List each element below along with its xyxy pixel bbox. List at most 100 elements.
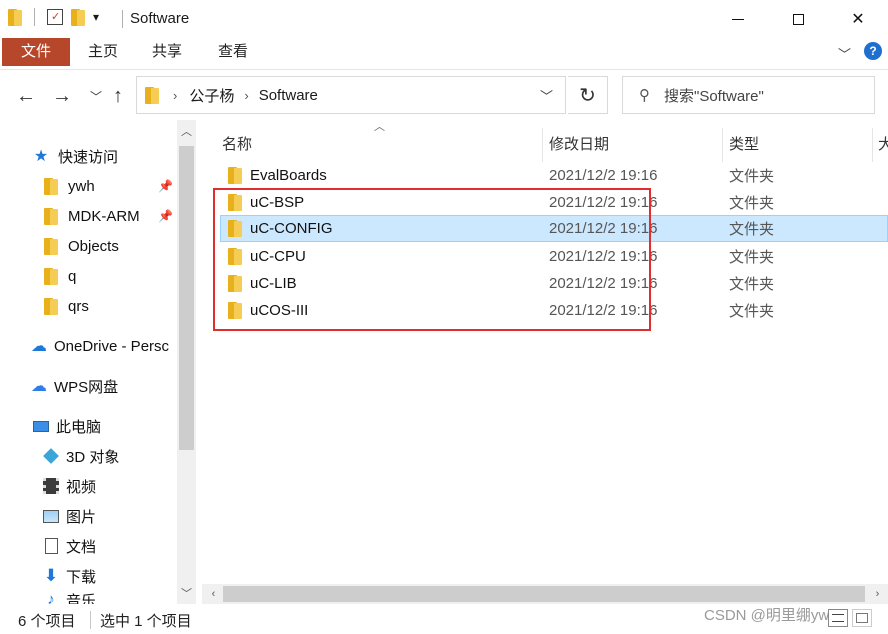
folder-icon: [42, 237, 60, 255]
file-row[interactable]: EvalBoards 2021/12/2 19:16 文件夹: [220, 162, 888, 189]
large-icons-view-button[interactable]: [852, 609, 872, 627]
folder-icon: [42, 207, 60, 225]
details-view-button[interactable]: [828, 609, 848, 627]
help-icon[interactable]: ?: [864, 42, 882, 60]
cloud-icon: ☁: [31, 338, 47, 355]
maximize-button[interactable]: [768, 0, 828, 38]
scroll-thumb[interactable]: [179, 146, 194, 450]
tab-share[interactable]: 共享: [152, 38, 182, 66]
scroll-left-icon[interactable]: ‹: [204, 585, 223, 603]
item-count: 6 个项目: [18, 613, 76, 630]
sidebar-item-label: 图片: [66, 508, 97, 526]
file-type: 文件夹: [729, 276, 775, 293]
back-button[interactable]: ←: [14, 84, 38, 108]
folder-icon: [228, 275, 242, 292]
status-separator: [90, 611, 91, 629]
sidebar-item-pictures[interactable]: 图片: [42, 502, 96, 530]
chevron-down-icon: ﹀: [89, 89, 102, 104]
refresh-button[interactable]: ↻: [568, 76, 608, 114]
cube-icon: [42, 447, 60, 465]
address-box[interactable]: › 公子杨 › Software ﹀: [136, 76, 566, 114]
tab-file[interactable]: 文件: [2, 38, 70, 66]
scroll-down-icon[interactable]: ﹀: [177, 584, 196, 602]
arrow-left-icon: ←: [16, 84, 36, 107]
breadcrumb-separator-icon: ›: [244, 87, 249, 103]
tab-home[interactable]: 主页: [88, 38, 118, 66]
file-name: uC-CPU: [250, 248, 306, 265]
column-divider[interactable]: [872, 128, 873, 162]
search-input[interactable]: ⚲ 搜索"Software": [622, 76, 875, 114]
sidebar-item-label: qrs: [68, 297, 89, 315]
column-header-name[interactable]: 名称: [222, 128, 252, 162]
details-view-icon: [832, 614, 844, 622]
file-row-selected[interactable]: uC-CONFIG 2021/12/2 19:16 文件夹: [220, 215, 888, 242]
up-button[interactable]: ↑: [106, 84, 130, 108]
sidebar-item-label: ywh: [68, 177, 95, 195]
file-row[interactable]: uCOS-III 2021/12/2 19:16 文件夹: [220, 297, 888, 324]
column-header-date[interactable]: 修改日期: [549, 128, 609, 162]
breadcrumb-item[interactable]: 公子杨: [189, 85, 234, 106]
window-title: Software: [130, 10, 190, 27]
sidebar-item-this-pc[interactable]: 此电脑: [32, 412, 101, 440]
sidebar-item-label: 文档: [66, 538, 97, 556]
sidebar-item-label: 3D 对象: [66, 448, 120, 466]
sidebar-item-label: OneDrive - Persc: [54, 337, 170, 355]
watermark-text: CSDN @明里绷ywh: [704, 607, 838, 624]
toolbar-separator: [34, 8, 35, 26]
file-type: 文件夹: [729, 195, 775, 212]
folder-icon: [228, 167, 242, 184]
column-divider[interactable]: [542, 128, 543, 162]
sidebar-item-3d-objects[interactable]: 3D 对象: [42, 442, 119, 470]
scroll-up-icon[interactable]: ︿: [177, 122, 196, 140]
minimize-icon: [732, 18, 744, 20]
picture-icon: [42, 507, 60, 525]
horizontal-scrollbar[interactable]: ‹ ›: [202, 584, 888, 604]
music-icon: ♪: [47, 590, 55, 605]
sort-ascending-icon: ︿: [374, 121, 385, 133]
computer-icon: [32, 417, 50, 435]
column-divider[interactable]: [722, 128, 723, 162]
expand-ribbon-icon[interactable]: ﹀: [838, 44, 851, 63]
file-date: 2021/12/2 19:16: [549, 220, 658, 237]
scroll-thumb[interactable]: [223, 586, 865, 602]
minimize-button[interactable]: [708, 0, 768, 38]
sidebar-item-downloads[interactable]: ⬇ 下载: [42, 562, 96, 590]
wps-cloud-icon: ☁: [31, 378, 47, 395]
sidebar-item-label: WPS网盘: [54, 378, 119, 396]
arrow-right-icon: →: [52, 84, 72, 107]
sidebar-item-wps[interactable]: ☁ WPS网盘: [30, 372, 118, 400]
sidebar-item-ywh[interactable]: ywh 📌: [42, 172, 182, 200]
file-row[interactable]: uC-BSP 2021/12/2 19:16 文件夹: [220, 189, 888, 216]
file-row[interactable]: uC-CPU 2021/12/2 19:16 文件夹: [220, 243, 888, 270]
file-date: 2021/12/2 19:16: [549, 167, 658, 184]
sidebar-item-objects[interactable]: Objects: [42, 232, 119, 260]
film-icon: [42, 477, 60, 495]
sidebar-scrollbar[interactable]: ︿ ﹀: [177, 120, 196, 604]
new-folder-icon[interactable]: [71, 8, 85, 26]
sidebar-item-label: Objects: [68, 237, 119, 255]
breadcrumb-item[interactable]: Software: [259, 87, 318, 104]
sidebar-item-label: 视频: [66, 478, 97, 496]
sidebar-item-label: 下载: [66, 568, 97, 586]
tab-view[interactable]: 查看: [218, 38, 248, 66]
address-dropdown-icon[interactable]: ﹀: [540, 86, 553, 105]
scroll-right-icon[interactable]: ›: [868, 585, 887, 603]
sidebar-item-videos[interactable]: 视频: [42, 472, 96, 500]
column-header-size[interactable]: 大: [878, 128, 888, 162]
sidebar-item-q[interactable]: q: [42, 262, 76, 290]
sidebar-item-music[interactable]: ♪ 音乐: [42, 590, 96, 605]
customize-toolbar-dropdown[interactable]: ▾: [93, 10, 99, 24]
sidebar-item-qrs[interactable]: qrs: [42, 292, 89, 320]
close-button[interactable]: ✕: [828, 0, 888, 38]
sidebar-item-quick-access[interactable]: ★ 快速访问: [32, 142, 118, 170]
sidebar-item-documents[interactable]: 文档: [42, 532, 96, 560]
recent-locations-button[interactable]: ﹀: [84, 84, 108, 108]
sidebar-item-onedrive[interactable]: ☁ OneDrive - Persc: [30, 332, 176, 360]
properties-icon[interactable]: ✓: [47, 9, 63, 25]
forward-button[interactable]: →: [50, 84, 74, 108]
column-header-type[interactable]: 类型: [729, 128, 759, 162]
sidebar-item-label: 此电脑: [56, 418, 102, 436]
sidebar-item-label: q: [68, 267, 77, 285]
sidebar-item-mdk-arm[interactable]: MDK-ARM 📌: [42, 202, 182, 230]
file-row[interactable]: uC-LIB 2021/12/2 19:16 文件夹: [220, 270, 888, 297]
